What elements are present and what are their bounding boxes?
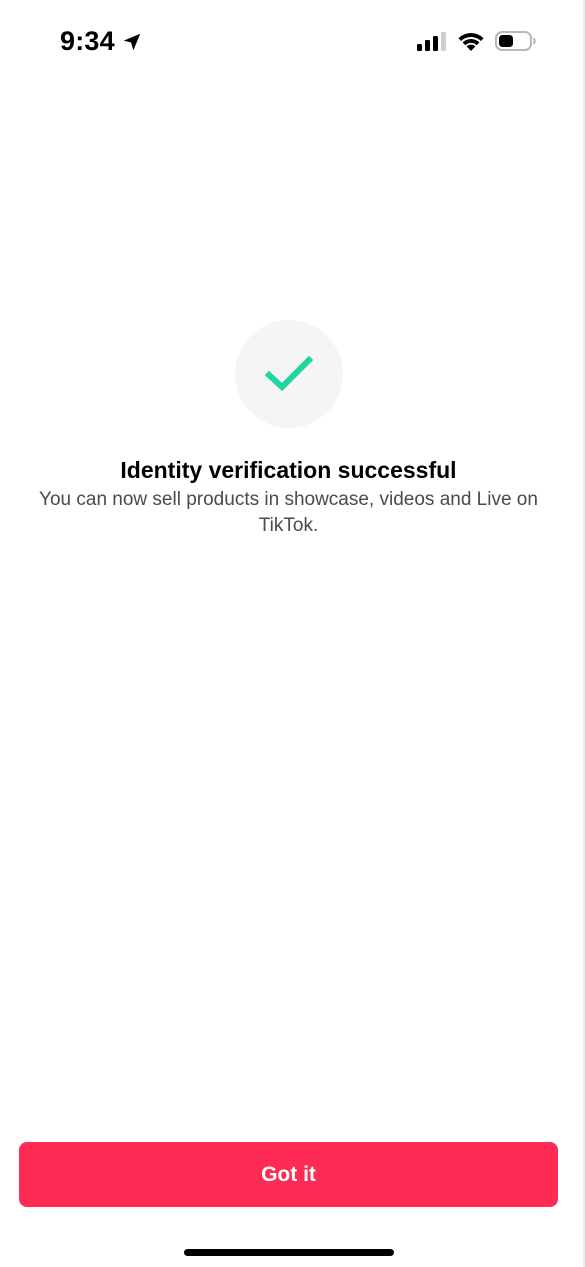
wifi-icon	[458, 33, 484, 51]
checkmark-icon	[265, 355, 313, 392]
status-time: 9:34	[60, 26, 115, 56]
success-badge	[235, 320, 343, 428]
status-bar: 9:34	[0, 0, 585, 86]
home-indicator[interactable]	[184, 1249, 394, 1256]
status-icons	[417, 30, 537, 52]
success-message: You can now sell products in showcase, v…	[39, 489, 538, 536]
battery-icon	[495, 31, 536, 51]
location-arrow-icon	[123, 33, 141, 51]
cellular-signal-icon	[417, 32, 446, 51]
status-time-group: 9:34	[60, 26, 143, 57]
got-it-button[interactable]: Got it	[19, 1142, 558, 1207]
page-title: Identity verification successful	[120, 457, 457, 483]
